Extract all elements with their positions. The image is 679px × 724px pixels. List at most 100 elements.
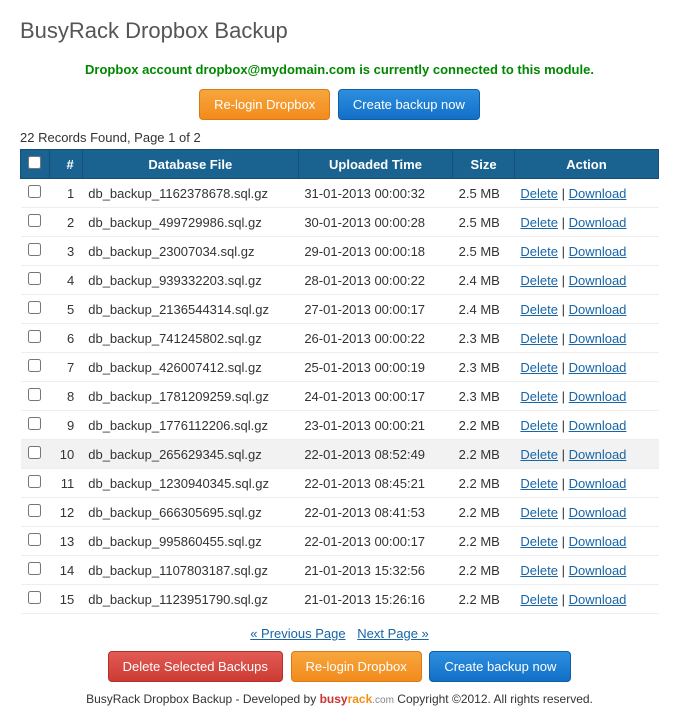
download-link[interactable]: Download xyxy=(569,389,627,404)
row-num: 9 xyxy=(49,411,82,440)
header-file: Database File xyxy=(82,150,298,179)
row-size: 2.4 MB xyxy=(453,266,515,295)
delete-link[interactable]: Delete xyxy=(520,563,558,578)
row-time: 30-01-2013 00:00:28 xyxy=(298,208,452,237)
download-link[interactable]: Download xyxy=(569,592,627,607)
prev-page-link[interactable]: « Previous Page xyxy=(250,626,345,641)
row-size: 2.2 MB xyxy=(453,527,515,556)
delete-link[interactable]: Delete xyxy=(520,592,558,607)
table-row: 7db_backup_426007412.sql.gz25-01-2013 00… xyxy=(21,353,659,382)
row-file: db_backup_741245802.sql.gz xyxy=(82,324,298,353)
row-checkbox[interactable] xyxy=(28,272,41,285)
footer-pre: BusyRack Dropbox Backup - Developed by xyxy=(86,692,319,706)
download-link[interactable]: Download xyxy=(569,418,627,433)
footer-post: Copyright ©2012. All rights reserved. xyxy=(394,692,593,706)
row-checkbox[interactable] xyxy=(28,330,41,343)
row-checkbox[interactable] xyxy=(28,214,41,227)
download-link[interactable]: Download xyxy=(569,244,627,259)
row-time: 21-01-2013 15:26:16 xyxy=(298,585,452,614)
row-checkbox[interactable] xyxy=(28,388,41,401)
download-link[interactable]: Download xyxy=(569,215,627,230)
delete-link[interactable]: Delete xyxy=(520,360,558,375)
row-checkbox[interactable] xyxy=(28,301,41,314)
delete-link[interactable]: Delete xyxy=(520,273,558,288)
row-checkbox[interactable] xyxy=(28,475,41,488)
download-link[interactable]: Download xyxy=(569,273,627,288)
row-num: 13 xyxy=(49,527,82,556)
row-checkbox[interactable] xyxy=(28,504,41,517)
row-file: db_backup_666305695.sql.gz xyxy=(82,498,298,527)
row-actions: Delete | Download xyxy=(514,266,658,295)
connection-status: Dropbox account dropbox@mydomain.com is … xyxy=(20,62,659,77)
row-file: db_backup_1776112206.sql.gz xyxy=(82,411,298,440)
download-link[interactable]: Download xyxy=(569,331,627,346)
action-sep: | xyxy=(558,360,569,375)
delete-link[interactable]: Delete xyxy=(520,244,558,259)
relogin-dropbox-button-bottom[interactable]: Re-login Dropbox xyxy=(291,651,422,682)
row-actions: Delete | Download xyxy=(514,585,658,614)
delete-link[interactable]: Delete xyxy=(520,389,558,404)
row-actions: Delete | Download xyxy=(514,382,658,411)
download-link[interactable]: Download xyxy=(569,447,627,462)
download-link[interactable]: Download xyxy=(569,534,627,549)
row-size: 2.2 MB xyxy=(453,498,515,527)
row-file: db_backup_1162378678.sql.gz xyxy=(82,179,298,208)
delete-link[interactable]: Delete xyxy=(520,186,558,201)
delete-link[interactable]: Delete xyxy=(520,418,558,433)
delete-link[interactable]: Delete xyxy=(520,302,558,317)
row-size: 2.2 MB xyxy=(453,585,515,614)
action-sep: | xyxy=(558,244,569,259)
delete-link[interactable]: Delete xyxy=(520,505,558,520)
table-row: 15db_backup_1123951790.sql.gz21-01-2013 … xyxy=(21,585,659,614)
row-num: 10 xyxy=(49,440,82,469)
table-row: 1db_backup_1162378678.sql.gz31-01-2013 0… xyxy=(21,179,659,208)
row-file: db_backup_1781209259.sql.gz xyxy=(82,382,298,411)
delete-link[interactable]: Delete xyxy=(520,215,558,230)
row-time: 29-01-2013 00:00:18 xyxy=(298,237,452,266)
download-link[interactable]: Download xyxy=(569,186,627,201)
row-size: 2.3 MB xyxy=(453,382,515,411)
table-row: 2db_backup_499729986.sql.gz30-01-2013 00… xyxy=(21,208,659,237)
create-backup-button-bottom[interactable]: Create backup now xyxy=(429,651,571,682)
row-checkbox[interactable] xyxy=(28,243,41,256)
row-checkbox[interactable] xyxy=(28,533,41,546)
delete-link[interactable]: Delete xyxy=(520,447,558,462)
delete-link[interactable]: Delete xyxy=(520,331,558,346)
row-checkbox[interactable] xyxy=(28,446,41,459)
delete-link[interactable]: Delete xyxy=(520,476,558,491)
download-link[interactable]: Download xyxy=(569,476,627,491)
row-actions: Delete | Download xyxy=(514,179,658,208)
header-num: # xyxy=(49,150,82,179)
next-page-link[interactable]: Next Page » xyxy=(357,626,429,641)
row-checkbox[interactable] xyxy=(28,185,41,198)
row-checkbox[interactable] xyxy=(28,417,41,430)
delete-link[interactable]: Delete xyxy=(520,534,558,549)
download-link[interactable]: Download xyxy=(569,302,627,317)
table-row: 5db_backup_2136544314.sql.gz27-01-2013 0… xyxy=(21,295,659,324)
action-sep: | xyxy=(558,418,569,433)
row-checkbox[interactable] xyxy=(28,359,41,372)
row-size: 2.2 MB xyxy=(453,469,515,498)
row-actions: Delete | Download xyxy=(514,527,658,556)
delete-selected-button[interactable]: Delete Selected Backups xyxy=(108,651,283,682)
action-sep: | xyxy=(558,331,569,346)
relogin-dropbox-button[interactable]: Re-login Dropbox xyxy=(199,89,330,120)
row-size: 2.2 MB xyxy=(453,411,515,440)
download-link[interactable]: Download xyxy=(569,505,627,520)
row-size: 2.5 MB xyxy=(453,208,515,237)
row-checkbox[interactable] xyxy=(28,591,41,604)
row-actions: Delete | Download xyxy=(514,411,658,440)
row-size: 2.4 MB xyxy=(453,295,515,324)
row-actions: Delete | Download xyxy=(514,440,658,469)
row-actions: Delete | Download xyxy=(514,556,658,585)
download-link[interactable]: Download xyxy=(569,360,627,375)
header-checkbox xyxy=(21,150,50,179)
download-link[interactable]: Download xyxy=(569,563,627,578)
create-backup-button[interactable]: Create backup now xyxy=(338,89,480,120)
row-file: db_backup_23007034.sql.gz xyxy=(82,237,298,266)
brand-com: .com xyxy=(372,695,394,706)
row-time: 24-01-2013 00:00:17 xyxy=(298,382,452,411)
select-all-checkbox[interactable] xyxy=(28,156,41,169)
row-checkbox[interactable] xyxy=(28,562,41,575)
row-file: db_backup_1107803187.sql.gz xyxy=(82,556,298,585)
